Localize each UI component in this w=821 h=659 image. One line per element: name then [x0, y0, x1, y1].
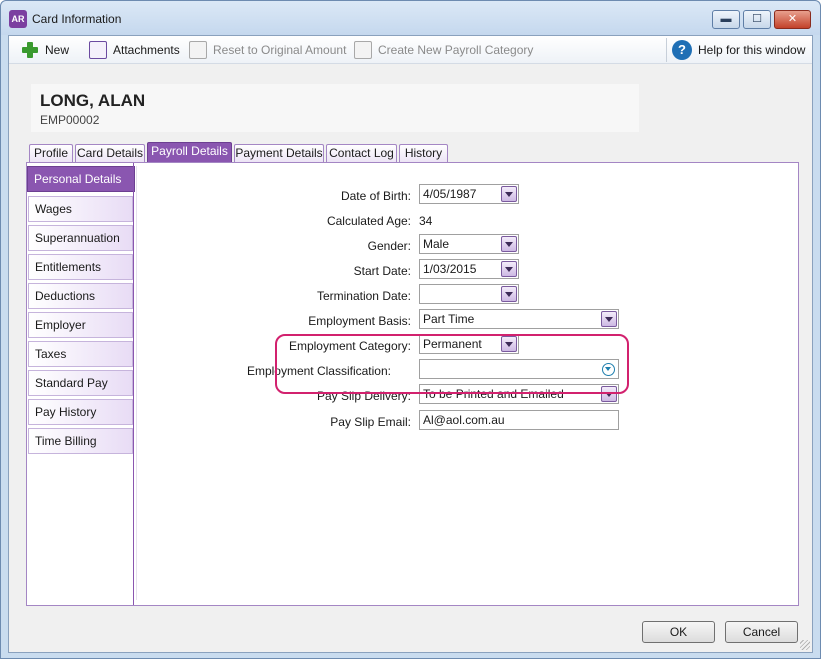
- create-payroll-category-button[interactable]: Create New Payroll Category: [354, 40, 533, 60]
- pay-slip-email-value: Al@aol.com.au: [423, 413, 505, 427]
- employee-id: EMP00002: [40, 113, 100, 127]
- attachments-label: Attachments: [113, 43, 180, 57]
- dob-label: Date of Birth:: [340, 189, 411, 203]
- toolbar: New Attachments Reset to Original Amount…: [9, 36, 812, 64]
- employment-basis-label: Employment Basis:: [308, 314, 411, 328]
- reset-original-amount-button[interactable]: Reset to Original Amount: [189, 40, 346, 60]
- dob-field[interactable]: 4/05/1987: [419, 184, 519, 204]
- termination-date-label: Termination Date:: [316, 289, 411, 303]
- reset-icon: [189, 41, 207, 59]
- tab-profile[interactable]: Profile: [29, 144, 73, 162]
- chevron-down-icon[interactable]: [501, 236, 517, 252]
- pay-slip-email-label: Pay Slip Email:: [330, 415, 411, 429]
- employment-basis-select[interactable]: Part Time: [419, 309, 619, 329]
- create-label: Create New Payroll Category: [378, 43, 534, 57]
- start-date-label: Start Date:: [353, 264, 411, 278]
- chevron-down-icon[interactable]: [601, 311, 617, 327]
- new-button[interactable]: New: [21, 40, 69, 60]
- tab-history[interactable]: History: [399, 144, 448, 162]
- title-bar[interactable]: AR Card Information ▬ ☐ ✕: [1, 1, 820, 35]
- help-button[interactable]: ? Help for this window: [672, 40, 805, 60]
- close-button[interactable]: ✕: [774, 10, 811, 29]
- gender-value: Male: [423, 237, 450, 251]
- toolbar-separator: [666, 38, 667, 62]
- reset-label: Reset to Original Amount: [213, 43, 347, 57]
- gender-select[interactable]: Male: [419, 234, 519, 254]
- help-icon: ?: [672, 40, 692, 60]
- start-date-value: 1/03/2015: [423, 262, 477, 276]
- attachments-button[interactable]: Attachments: [89, 40, 180, 60]
- gender-label: Gender:: [367, 239, 411, 253]
- highlight-annotation: [275, 334, 629, 394]
- dob-value: 4/05/1987: [423, 187, 477, 201]
- app-logo-icon: AR: [9, 10, 27, 28]
- tab-contact-log[interactable]: Contact Log: [326, 144, 397, 162]
- new-label: New: [45, 43, 70, 57]
- start-date-field[interactable]: 1/03/2015: [419, 259, 519, 279]
- help-label: Help for this window: [698, 43, 806, 57]
- cancel-button[interactable]: Cancel: [725, 621, 798, 643]
- tab-card-details[interactable]: Card Details: [75, 144, 145, 162]
- chevron-down-icon[interactable]: [501, 286, 517, 302]
- sidebar-item-time-billing[interactable]: Time Billing: [28, 428, 133, 454]
- termination-date-field[interactable]: [419, 284, 519, 304]
- chevron-down-icon[interactable]: [501, 261, 517, 277]
- attachment-icon: [89, 41, 107, 59]
- maximize-button[interactable]: ☐: [743, 10, 771, 29]
- ok-button[interactable]: OK: [642, 621, 715, 643]
- tab-payroll-details[interactable]: Payroll Details: [147, 142, 232, 163]
- pay-slip-email-input[interactable]: Al@aol.com.au: [419, 410, 619, 430]
- chevron-down-icon[interactable]: [501, 186, 517, 202]
- card-information-window: AR Card Information ▬ ☐ ✕ New Attachment…: [0, 0, 821, 659]
- employee-header: LONG, ALAN EMP00002: [31, 84, 639, 132]
- plus-icon: [21, 41, 39, 59]
- client-area: New Attachments Reset to Original Amount…: [8, 35, 813, 653]
- employment-basis-value: Part Time: [423, 312, 475, 326]
- resize-grip-icon[interactable]: [800, 640, 810, 650]
- tab-payment-details[interactable]: Payment Details: [234, 144, 324, 162]
- age-label: Calculated Age:: [326, 214, 411, 228]
- document-icon: [354, 41, 372, 59]
- employee-name: LONG, ALAN: [40, 91, 146, 110]
- sidebar-divider: [133, 163, 134, 605]
- window-title: Card Information: [32, 12, 122, 26]
- age-value: 34: [419, 214, 433, 228]
- minimize-button[interactable]: ▬: [712, 10, 740, 29]
